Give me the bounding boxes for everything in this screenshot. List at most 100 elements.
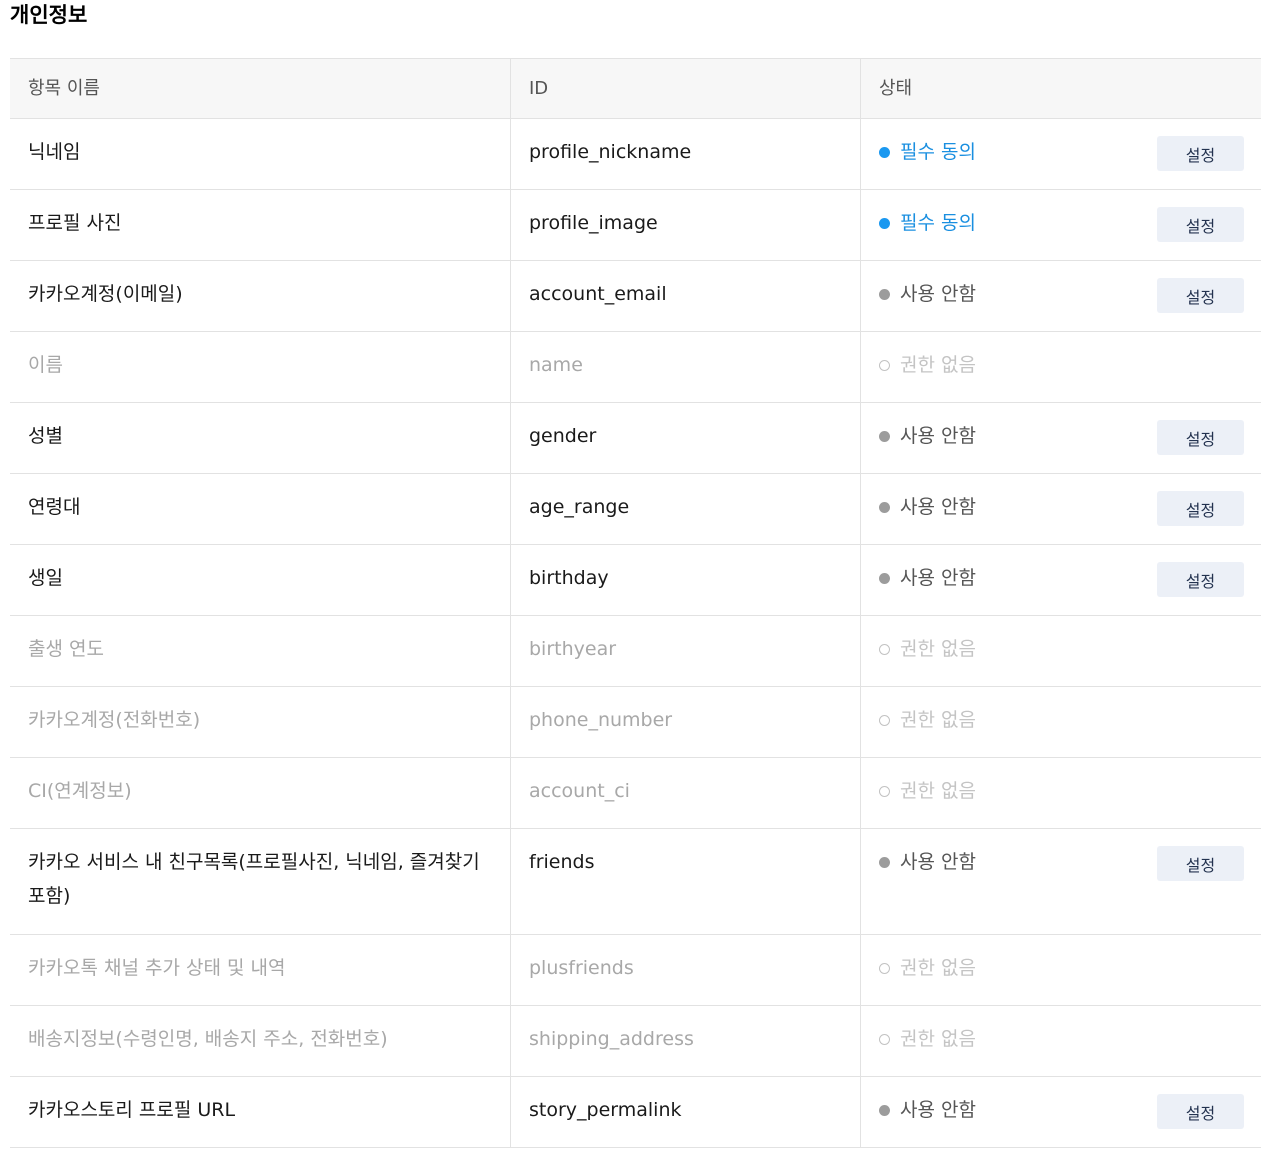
scope-name: 카카오계정(이메일) — [10, 261, 511, 331]
settings-button[interactable]: 설정 — [1157, 491, 1244, 526]
privacy-scope-table: 항목 이름 ID 상태 닉네임 profile_nickname 필수 동의 설정 프로… — [10, 58, 1261, 1148]
table-row: 카카오톡 채널 추가 상태 및 내역 plusfriends 권한 없음 — [10, 935, 1261, 1006]
table-row: 연령대 age_range 사용 안함 설정 — [10, 474, 1261, 545]
table-row: 프로필 사진 profile_image 필수 동의 설정 — [10, 190, 1261, 261]
table-body: 닉네임 profile_nickname 필수 동의 설정 프로필 사진 profile_… — [10, 119, 1261, 1148]
scope-id: age_range — [511, 474, 861, 544]
status-label: 권한 없음 — [900, 957, 976, 979]
status-dot-icon — [879, 288, 890, 300]
header-name: 항목 이름 — [10, 59, 511, 118]
status-label: 권한 없음 — [900, 354, 976, 376]
status-label: 필수 동의 — [900, 141, 976, 163]
table-row: 카카오계정(이메일) account_email 사용 안함 설정 — [10, 261, 1261, 332]
scope-name: 닉네임 — [10, 119, 511, 189]
status-dot-icon — [879, 430, 890, 442]
scope-name: 성별 — [10, 403, 511, 473]
scope-id: plusfriends — [511, 935, 861, 1005]
table-row: 닉네임 profile_nickname 필수 동의 설정 — [10, 119, 1261, 190]
status-dot-icon — [879, 785, 890, 797]
settings-button[interactable]: 설정 — [1157, 278, 1244, 313]
scope-id: name — [511, 332, 861, 402]
table-header-row: 항목 이름 ID 상태 — [10, 59, 1261, 119]
status-badge: 사용 안함 — [879, 561, 976, 595]
status-badge: 권한 없음 — [879, 951, 976, 985]
scope-id: gender — [511, 403, 861, 473]
scope-status-cell: 권한 없음 — [861, 616, 1261, 686]
scope-status-cell: 사용 안함 설정 — [861, 403, 1261, 473]
status-label: 필수 동의 — [900, 212, 976, 234]
status-dot-icon — [879, 146, 890, 158]
settings-button[interactable]: 설정 — [1157, 136, 1244, 171]
scope-name: 배송지정보(수령인명, 배송지 주소, 전화번호) — [10, 1006, 511, 1076]
scope-id: profile_nickname — [511, 119, 861, 189]
status-dot-icon — [879, 1033, 890, 1045]
status-label: 권한 없음 — [900, 638, 976, 660]
status-label: 권한 없음 — [900, 1028, 976, 1050]
scope-id: birthday — [511, 545, 861, 615]
page-title: 개인정보 — [10, 3, 88, 27]
status-label: 사용 안함 — [900, 283, 976, 305]
scope-id: story_permalink — [511, 1077, 861, 1147]
status-dot-icon — [879, 572, 890, 584]
scope-status-cell: 필수 동의 설정 — [861, 190, 1261, 260]
scope-status-cell: 사용 안함 설정 — [861, 261, 1261, 331]
status-dot-icon — [879, 962, 890, 974]
scope-name: 카카오톡 채널 추가 상태 및 내역 — [10, 935, 511, 1005]
settings-button[interactable]: 설정 — [1157, 562, 1244, 597]
scope-status-cell: 권한 없음 — [861, 935, 1261, 1005]
table-row: 이름 name 권한 없음 — [10, 332, 1261, 403]
table-row: 배송지정보(수령인명, 배송지 주소, 전화번호) shipping_addres… — [10, 1006, 1261, 1077]
status-badge: 권한 없음 — [879, 774, 976, 808]
status-badge: 사용 안함 — [879, 419, 976, 453]
scope-id: birthyear — [511, 616, 861, 686]
settings-button[interactable]: 설정 — [1157, 1094, 1244, 1129]
table-row: 생일 birthday 사용 안함 설정 — [10, 545, 1261, 616]
scope-status-cell: 권한 없음 — [861, 687, 1261, 757]
status-badge: 권한 없음 — [879, 1022, 976, 1056]
scope-status-cell: 권한 없음 — [861, 332, 1261, 402]
status-badge: 필수 동의 — [879, 135, 976, 169]
status-dot-icon — [879, 501, 890, 513]
status-badge: 사용 안함 — [879, 845, 976, 879]
status-dot-icon — [879, 714, 890, 726]
settings-button[interactable]: 설정 — [1157, 420, 1244, 455]
scope-name: 카카오 서비스 내 친구목록(프로필사진, 닉네임, 즐겨찾기 포함) — [10, 829, 511, 934]
header-id: ID — [511, 59, 861, 118]
scope-status-cell: 권한 없음 — [861, 758, 1261, 828]
scope-id: account_email — [511, 261, 861, 331]
scope-name: 카카오계정(전화번호) — [10, 687, 511, 757]
status-badge: 필수 동의 — [879, 206, 976, 240]
scope-id: phone_number — [511, 687, 861, 757]
settings-button[interactable]: 설정 — [1157, 846, 1244, 881]
table-row: CI(연계정보) account_ci 권한 없음 — [10, 758, 1261, 829]
status-badge: 권한 없음 — [879, 703, 976, 737]
status-label: 사용 안함 — [900, 567, 976, 589]
table-row: 성별 gender 사용 안함 설정 — [10, 403, 1261, 474]
settings-button[interactable]: 설정 — [1157, 207, 1244, 242]
scope-status-cell: 권한 없음 — [861, 1006, 1261, 1076]
status-dot-icon — [879, 856, 890, 868]
scope-status-cell: 사용 안함 설정 — [861, 1077, 1261, 1147]
scope-status-cell: 사용 안함 설정 — [861, 545, 1261, 615]
scope-id: shipping_address — [511, 1006, 861, 1076]
status-badge: 권한 없음 — [879, 632, 976, 666]
scope-status-cell: 필수 동의 설정 — [861, 119, 1261, 189]
scope-status-cell: 사용 안함 설정 — [861, 829, 1261, 934]
scope-name: 카카오스토리 프로필 URL — [10, 1077, 511, 1147]
status-badge: 사용 안함 — [879, 490, 976, 524]
status-label: 권한 없음 — [900, 709, 976, 731]
scope-name: 출생 연도 — [10, 616, 511, 686]
scope-name: 연령대 — [10, 474, 511, 544]
status-label: 사용 안함 — [900, 496, 976, 518]
scope-name: 생일 — [10, 545, 511, 615]
scope-name: 프로필 사진 — [10, 190, 511, 260]
status-badge: 사용 안함 — [879, 277, 976, 311]
scope-id: friends — [511, 829, 861, 934]
scope-name: 이름 — [10, 332, 511, 402]
status-label: 사용 안함 — [900, 425, 976, 447]
status-badge: 권한 없음 — [879, 348, 976, 382]
status-dot-icon — [879, 643, 890, 655]
table-row: 카카오스토리 프로필 URL story_permalink 사용 안함 설정 — [10, 1077, 1261, 1148]
scope-id: account_ci — [511, 758, 861, 828]
status-label: 사용 안함 — [900, 1099, 976, 1121]
